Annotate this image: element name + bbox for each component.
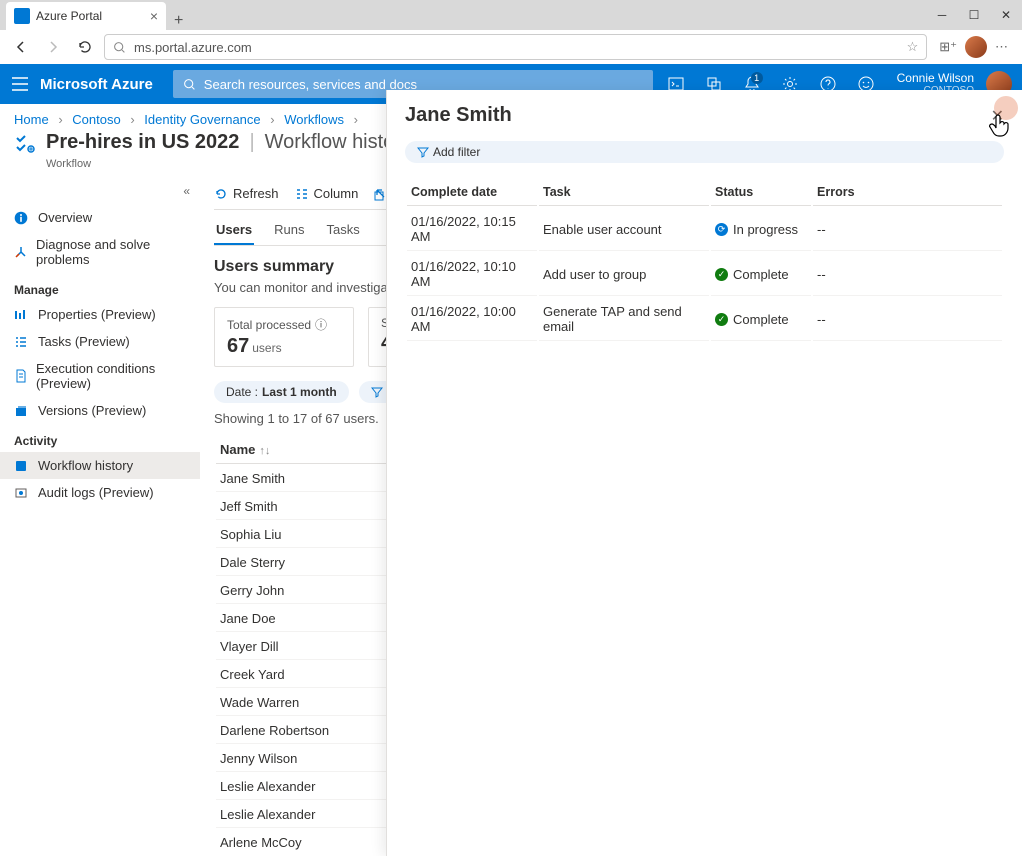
sidebar-item-diagnose[interactable]: Diagnose and solve problems <box>0 231 200 273</box>
breadcrumb-contoso[interactable]: Contoso <box>72 112 120 127</box>
panel-table: Complete date Task Status Errors 01/16/2… <box>405 177 1004 343</box>
card-total-processed: Total processed ⓘ 67users <box>214 307 354 367</box>
sort-icon: ↑↓ <box>259 445 270 457</box>
sidebar-item-workflow-history[interactable]: Workflow history <box>0 452 200 479</box>
workflow-icon <box>14 132 36 154</box>
sidebar-item-execution-conditions[interactable]: Execution conditions (Preview) <box>0 355 200 397</box>
browser-tab[interactable]: Azure Portal × <box>6 2 166 30</box>
browser-chrome: ─ ☐ ✕ Azure Portal × + ms.portal.azure.c… <box>0 0 1022 64</box>
info-icon <box>14 211 30 225</box>
tab-title: Azure Portal <box>36 9 150 23</box>
column-icon <box>295 187 309 201</box>
audit-icon <box>14 486 30 500</box>
forward-button[interactable] <box>40 34 66 60</box>
new-tab-button[interactable]: + <box>166 12 191 30</box>
sidebar-group-manage: Manage <box>0 273 200 301</box>
address-bar[interactable]: ms.portal.azure.com ☆ <box>104 34 927 60</box>
close-tab-button[interactable]: × <box>150 8 158 24</box>
col-status[interactable]: Status <box>711 179 811 206</box>
brand-label[interactable]: Microsoft Azure <box>40 76 173 93</box>
sidebar-item-versions[interactable]: Versions (Preview) <box>0 397 200 424</box>
breadcrumb-home[interactable]: Home <box>14 112 49 127</box>
table-row[interactable]: 01/16/2022, 10:15 AMEnable user account⟳… <box>407 208 1002 251</box>
notification-badge: 1 <box>751 72 763 84</box>
col-complete-date[interactable]: Complete date <box>407 179 537 206</box>
diagnose-icon <box>14 245 28 259</box>
refresh-button[interactable]: Refresh <box>214 186 279 201</box>
sidebar: « Overview Diagnose and solve problems M… <box>0 180 200 852</box>
collections-icon[interactable]: ⊞⁺ <box>939 39 957 55</box>
panel-add-filter-button[interactable]: Add filter <box>405 141 1004 163</box>
window-close-button[interactable]: ✕ <box>990 4 1022 26</box>
window-minimize-button[interactable]: ─ <box>926 4 958 26</box>
panel-title: Jane Smith <box>405 104 512 127</box>
filter-icon <box>417 146 429 158</box>
document-icon <box>14 369 28 383</box>
properties-icon <box>14 308 30 322</box>
collapse-sidebar-button[interactable]: « <box>0 184 200 204</box>
col-errors[interactable]: Errors <box>813 179 1002 206</box>
detail-panel: Jane Smith ✕ Add filter Complete date Ta… <box>386 90 1022 856</box>
azure-favicon-icon <box>14 8 30 24</box>
tab-users[interactable]: Users <box>214 216 254 245</box>
sidebar-group-activity: Activity <box>0 424 200 452</box>
portal-menu-button[interactable] <box>0 64 40 104</box>
refresh-icon <box>214 187 228 201</box>
search-icon <box>113 41 126 54</box>
back-button[interactable] <box>8 34 34 60</box>
search-placeholder: Search resources, services and docs <box>204 77 417 92</box>
tab-runs[interactable]: Runs <box>272 216 306 245</box>
browser-menu-button[interactable]: ⋯ <box>995 39 1008 55</box>
breadcrumb-identity-governance[interactable]: Identity Governance <box>144 112 260 127</box>
col-task[interactable]: Task <box>539 179 709 206</box>
refresh-button[interactable] <box>72 34 98 60</box>
profile-avatar[interactable] <box>965 36 987 58</box>
sidebar-item-overview[interactable]: Overview <box>0 204 200 231</box>
sidebar-item-audit-logs[interactable]: Audit logs (Preview) <box>0 479 200 506</box>
search-icon <box>183 78 196 91</box>
favorite-icon[interactable]: ☆ <box>907 39 919 55</box>
user-name: Connie Wilson <box>897 71 974 85</box>
breadcrumb-workflows[interactable]: Workflows <box>284 112 344 127</box>
column-button[interactable]: Column <box>295 186 359 201</box>
window-maximize-button[interactable]: ☐ <box>958 4 990 26</box>
sidebar-item-tasks[interactable]: Tasks (Preview) <box>0 328 200 355</box>
history-icon <box>14 459 30 473</box>
tab-tasks[interactable]: Tasks <box>325 216 362 245</box>
panel-close-button[interactable]: ✕ <box>991 106 1004 126</box>
table-row[interactable]: 01/16/2022, 10:00 AMGenerate TAP and sen… <box>407 298 1002 341</box>
tasks-icon <box>14 335 30 349</box>
filter-icon <box>371 386 383 398</box>
window-controls: ─ ☐ ✕ <box>926 4 1022 26</box>
url-text: ms.portal.azure.com <box>134 40 252 55</box>
table-row[interactable]: 01/16/2022, 10:10 AMAdd user to group✓Co… <box>407 253 1002 296</box>
versions-icon <box>14 404 30 418</box>
sidebar-item-properties[interactable]: Properties (Preview) <box>0 301 200 328</box>
info-icon[interactable]: ⓘ <box>315 316 327 333</box>
filter-date-pill[interactable]: Date : Last 1 month <box>214 381 349 403</box>
page-title: Pre-hires in US 2022 <box>46 131 239 154</box>
